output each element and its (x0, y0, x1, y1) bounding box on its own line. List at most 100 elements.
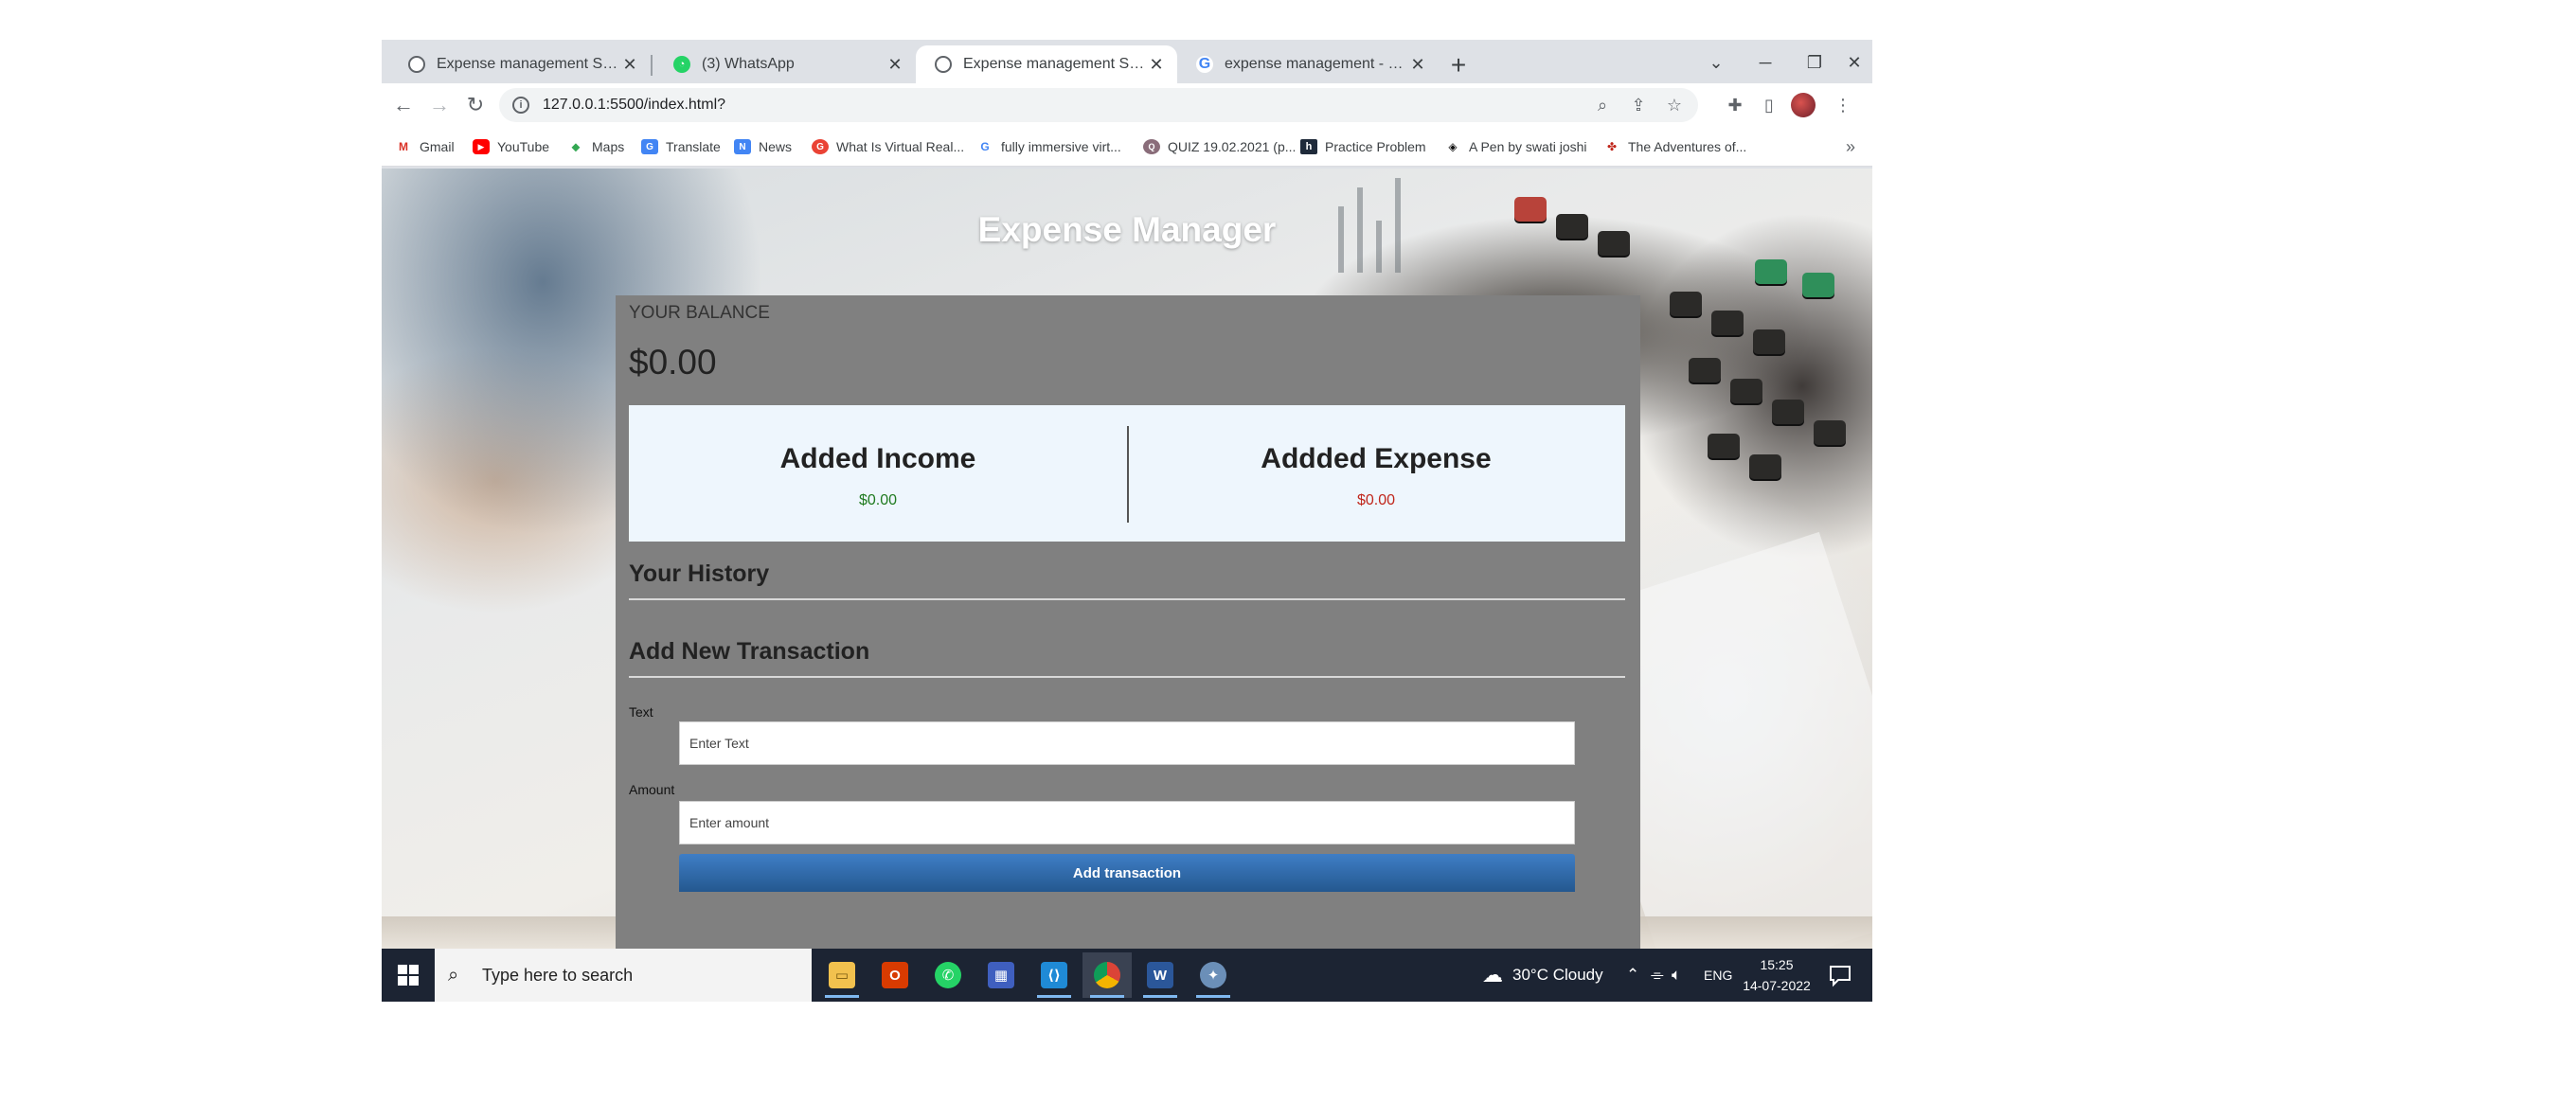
tab-title: Expense management System (963, 56, 1147, 72)
tab-expense-1[interactable]: Expense management System ✕ (389, 45, 651, 83)
taskbar-office[interactable]: O (870, 952, 920, 998)
bookmark-adventures[interactable]: ✤ The Adventures of... (1603, 127, 1746, 167)
bookmark-codepen[interactable]: ◈ A Pen by swati joshi (1444, 127, 1586, 167)
tab-title: (3) WhatsApp (702, 56, 795, 72)
extensions-icon[interactable]: ✚ (1719, 89, 1751, 121)
tab-separator (651, 55, 653, 76)
whatsapp-icon: ✆ (935, 962, 961, 988)
share-icon[interactable]: ⇪ (1622, 88, 1655, 122)
balance-label: YOUR BALANCE (629, 303, 770, 323)
bookmark-label: Translate (666, 139, 721, 154)
bookmark-maps[interactable]: ⬥ Maps (567, 127, 624, 167)
app-icon: ▦ (988, 962, 1014, 988)
vscode-icon: ⟨⟩ (1041, 962, 1067, 988)
add-transaction-heading: Add New Transaction (629, 638, 870, 665)
word-icon: W (1147, 962, 1173, 988)
close-icon[interactable]: ✕ (1147, 55, 1166, 75)
bookmark-gmail[interactable]: M Gmail (395, 127, 455, 167)
show-hidden-icons[interactable]: ⌃ (1626, 949, 1639, 1002)
zoom-icon[interactable]: ⌕ (1586, 88, 1619, 122)
bookmark-translate[interactable]: G Translate (641, 127, 721, 167)
back-icon[interactable]: ← (387, 89, 420, 121)
balance-value: $0.00 (629, 343, 717, 382)
background-photo (1802, 273, 1834, 297)
taskbar: ⌕ Type here to search ▭ O ✆ ▦ ⟨⟩ W ✦ ☁ 3… (382, 949, 1872, 1002)
window-close-icon[interactable]: ✕ (1831, 45, 1872, 80)
site-info-icon[interactable]: i (512, 97, 529, 114)
minimize-icon[interactable]: ─ (1742, 45, 1789, 80)
address-bar[interactable]: i 127.0.0.1:5500/index.html? ⌕ ⇪ ☆ (499, 88, 1698, 122)
running-indicator (1143, 995, 1177, 998)
income-expense-summary: Added Income $0.00 Addded Expense $0.00 (629, 405, 1625, 542)
bookmarks-overflow-button[interactable]: » (1846, 127, 1855, 167)
search-icon: ⌕ (448, 964, 459, 986)
whatsapp-icon: ◔ (673, 56, 690, 73)
tab-google-search[interactable]: G expense management - Google S ✕ (1177, 45, 1439, 83)
taskbar-file-explorer[interactable]: ▭ (817, 952, 867, 998)
taskbar-search-placeholder: Type here to search (482, 965, 634, 985)
bookmark-label: fully immersive virt... (1001, 139, 1121, 154)
bookmark-news[interactable]: N News (734, 127, 792, 167)
network-icon[interactable]: ⌯ (1651, 949, 1664, 1002)
bookmark-label: What Is Virtual Real... (836, 139, 965, 154)
bookmark-label: The Adventures of... (1628, 139, 1747, 154)
amount-label: Amount (629, 782, 675, 797)
reload-icon[interactable]: ↻ (459, 89, 492, 121)
taskbar-app[interactable]: ▦ (976, 952, 1026, 998)
google-icon: G (980, 140, 990, 153)
taskbar-vscode[interactable]: ⟨⟩ (1029, 952, 1079, 998)
tab-expense-active[interactable]: Expense management System ✕ (916, 45, 1177, 83)
site-icon: Q (1143, 139, 1160, 154)
system-clock[interactable]: 15:25 14-07-2022 (1740, 954, 1814, 996)
background-photo (1814, 420, 1846, 445)
close-icon[interactable]: ✕ (620, 55, 639, 75)
language-indicator[interactable]: ENG (1704, 949, 1732, 1002)
bookmark-quiz[interactable]: Q QUIZ 19.02.2021 (p... (1143, 127, 1296, 167)
close-icon[interactable]: ✕ (886, 55, 904, 75)
close-icon[interactable]: ✕ (1408, 55, 1427, 75)
taskbar-settings-app[interactable]: ✦ (1189, 952, 1238, 998)
gmail-icon: M (399, 140, 408, 153)
globe-icon (408, 56, 425, 73)
background-photo (1689, 358, 1721, 382)
side-panel-icon[interactable]: ▯ (1753, 89, 1785, 121)
volume-icon[interactable]: 🔈︎ (1672, 949, 1681, 1002)
globe-icon (935, 56, 952, 73)
income-heading: Added Income (779, 443, 976, 474)
tab-search-icon[interactable]: ⌄ (1692, 45, 1740, 80)
maps-icon: ⬥ (571, 139, 581, 153)
site-icon: G (812, 139, 829, 154)
taskbar-chrome[interactable] (1082, 952, 1132, 998)
start-button[interactable] (382, 949, 435, 1002)
bookmark-label: Practice Problem (1325, 139, 1426, 154)
amount-input[interactable] (679, 801, 1575, 844)
bookmark-youtube[interactable]: ▶ YouTube (473, 127, 549, 167)
forward-icon[interactable]: → (423, 89, 456, 121)
income-card: Added Income $0.00 (629, 405, 1127, 542)
text-input[interactable] (679, 721, 1575, 765)
bookmark-star-icon[interactable]: ☆ (1658, 88, 1690, 122)
new-tab-button[interactable]: + (1442, 49, 1475, 81)
tab-whatsapp[interactable]: ◔ (3) WhatsApp ✕ (654, 45, 916, 83)
notification-icon[interactable] (1827, 962, 1853, 988)
taskbar-search[interactable]: ⌕ Type here to search (435, 949, 812, 1002)
bookmark-immersive[interactable]: G fully immersive virt... (976, 127, 1121, 167)
google-icon: G (1196, 56, 1213, 73)
browser-menu-icon[interactable]: ⋮ (1827, 89, 1859, 121)
news-icon: N (734, 139, 751, 154)
taskbar-whatsapp[interactable]: ✆ (923, 952, 973, 998)
avatar (1791, 93, 1816, 117)
bookmark-practice[interactable]: h Practice Problem (1300, 127, 1426, 167)
add-transaction-button[interactable]: Add transaction (679, 854, 1575, 892)
chrome-icon (1094, 962, 1120, 988)
profile-avatar[interactable] (1787, 89, 1819, 121)
bookmark-virtual-reality[interactable]: G What Is Virtual Real... (812, 127, 964, 167)
weather-widget[interactable]: ☁ 30°C Cloudy (1482, 949, 1603, 1002)
tab-title: Expense management System (437, 56, 620, 72)
bookmark-label: News (759, 139, 793, 154)
page-viewport: Expense Manager YOUR BALANCE $0.00 Added… (382, 169, 1872, 949)
page-title: Expense Manager (977, 210, 1277, 249)
taskbar-word[interactable]: W (1136, 952, 1185, 998)
file-explorer-icon: ▭ (829, 962, 855, 988)
url-text[interactable]: 127.0.0.1:5500/index.html? (543, 97, 725, 114)
